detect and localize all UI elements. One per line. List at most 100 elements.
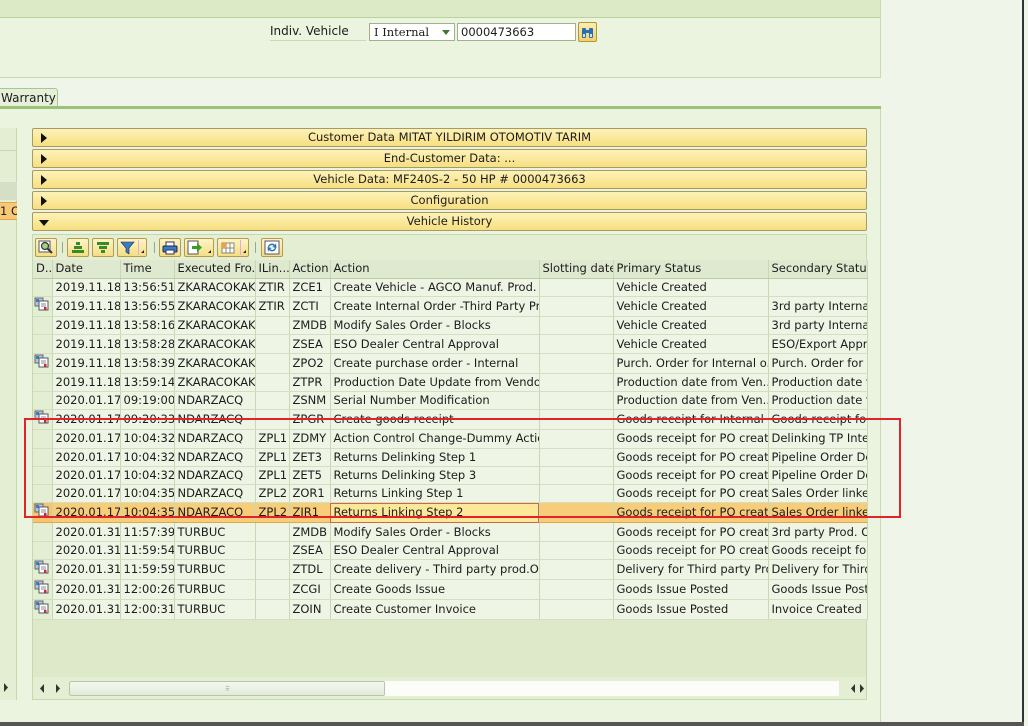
- expand-arrow-icon[interactable]: [41, 154, 47, 164]
- time-cell[interactable]: 09:19:00: [120, 391, 175, 411]
- action-cell[interactable]: Returns Linking Step 1: [330, 484, 540, 504]
- table-row[interactable]: 2020.01.31 12:00:26 TURBUC ZCGI Create Goods…: [33, 579, 868, 601]
- executed-from-cell[interactable]: ZKARACOKAK: [174, 334, 256, 354]
- time-cell[interactable]: 11:57:39: [120, 522, 175, 542]
- date-cell[interactable]: 2019.11.18: [52, 373, 121, 392]
- table-row[interactable]: 2020.01.17 10:04:32 NDARZACQ ZPL1 ZET3 Return…: [33, 448, 868, 467]
- action-cell[interactable]: Returns Linking Step 2: [330, 502, 540, 524]
- secondary-status-cell[interactable]: Pipeline Order Deli: [768, 466, 868, 486]
- primary-status-cell[interactable]: Goods receipt for PO creat...: [613, 522, 769, 542]
- action-cell[interactable]: Serial Number Modification: [330, 391, 540, 411]
- table-row[interactable]: 2020.01.17 09:20:33 NDARZACQ ZPGR Create goo…: [33, 409, 868, 431]
- table-row[interactable]: 2019.11.18 13:59:14 ZKARACOKAK ZTPR Producti…: [33, 373, 868, 392]
- id-type-select[interactable]: I Internal: [369, 23, 455, 41]
- time-cell[interactable]: 13:58:39: [120, 353, 175, 374]
- tray-end-customer-data[interactable]: End-Customer Data: ...: [32, 149, 867, 168]
- slotting-date-cell[interactable]: [539, 316, 614, 336]
- primary-status-cell[interactable]: Goods receipt for PO creat...: [613, 502, 769, 524]
- scroll-left-button[interactable]: [37, 681, 47, 695]
- ilin-cell[interactable]: ZPL1: [255, 448, 290, 467]
- ilin-cell[interactable]: [255, 391, 290, 411]
- primary-status-cell[interactable]: Vehicle Created: [613, 334, 769, 354]
- slotting-date-cell[interactable]: [539, 429, 614, 449]
- secondary-status-cell[interactable]: Goods receipt for: [768, 541, 868, 561]
- tray-configuration[interactable]: Configuration: [32, 191, 867, 210]
- primary-status-cell[interactable]: Goods receipt for PO creat...: [613, 448, 769, 467]
- doc-icon-cell[interactable]: [33, 559, 53, 581]
- slotting-date-cell[interactable]: [539, 373, 614, 392]
- action-cell[interactable]: Create Internal Order -Third Party Pr...: [330, 296, 540, 318]
- secondary-status-cell[interactable]: Delivery for Third p: [768, 559, 868, 581]
- table-row[interactable]: 2020.01.17 10:04:35 NDARZACQ ZPL2 ZOR1 Return…: [33, 484, 868, 504]
- tray-vehicle-data[interactable]: Vehicle Data: MF240S-2 - 50 HP # 0000473…: [32, 170, 867, 189]
- slotting-date-cell[interactable]: [539, 599, 614, 621]
- date-cell[interactable]: 2020.01.31: [52, 599, 121, 621]
- date-cell[interactable]: 2020.01.31: [52, 522, 121, 542]
- executed-from-cell[interactable]: ZKARACOKAK: [174, 278, 256, 298]
- date-cell[interactable]: 2020.01.17: [52, 429, 121, 449]
- time-cell[interactable]: 10:04:35: [120, 502, 175, 524]
- action-cell[interactable]: Modify Sales Order - Blocks: [330, 316, 540, 336]
- secondary-status-cell[interactable]: 3rd party Internal: [768, 316, 868, 336]
- slotting-date-cell[interactable]: [539, 522, 614, 542]
- vehicle-number-input[interactable]: 0000473663: [457, 23, 576, 41]
- secondary-status-cell[interactable]: Pipeline Order Deli: [768, 448, 868, 467]
- expand-arrow-icon[interactable]: [41, 133, 47, 143]
- action-cell[interactable]: ESO Dealer Central Approval: [330, 334, 540, 354]
- ilin-cell[interactable]: [255, 522, 290, 542]
- table-row[interactable]: 2020.01.31 11:59:59 TURBUC ZTDL Create deliv…: [33, 559, 868, 581]
- action-code-cell[interactable]: ZIR1: [289, 502, 331, 524]
- col-header-executed-from[interactable]: Executed Fro...: [174, 260, 256, 279]
- slotting-date-cell[interactable]: [539, 353, 614, 374]
- action-code-cell[interactable]: ZMDB: [289, 522, 331, 542]
- action-code-cell[interactable]: ZCGI: [289, 579, 331, 601]
- action-cell[interactable]: Production Date Update from Vendor: [330, 373, 540, 392]
- action-code-cell[interactable]: ZTPR: [289, 373, 331, 392]
- slotting-date-cell[interactable]: [539, 502, 614, 524]
- time-cell[interactable]: 13:56:55: [120, 296, 175, 318]
- table-row[interactable]: 2019.11.18 13:56:51 ZKARACOKAK ZTIR ZCE1 Crea…: [33, 278, 868, 298]
- action-cell[interactable]: Returns Delinking Step 3: [330, 466, 540, 486]
- action-code-cell[interactable]: ZDMY: [289, 429, 331, 449]
- executed-from-cell[interactable]: NDARZACQ: [174, 466, 256, 486]
- doc-icon-cell[interactable]: [33, 296, 53, 318]
- date-cell[interactable]: 2020.01.17: [52, 409, 121, 431]
- action-code-cell[interactable]: ZSEA: [289, 541, 331, 561]
- secondary-status-cell[interactable]: [768, 278, 868, 298]
- action-cell[interactable]: Returns Delinking Step 1: [330, 448, 540, 467]
- executed-from-cell[interactable]: NDARZACQ: [174, 429, 256, 449]
- ilin-cell[interactable]: [255, 334, 290, 354]
- executed-from-cell[interactable]: TURBUC: [174, 579, 256, 601]
- action-code-cell[interactable]: ZPO2: [289, 353, 331, 374]
- date-cell[interactable]: 2019.11.18: [52, 353, 121, 374]
- table-row[interactable]: 2020.01.31 12:00:31 TURBUC ZOIN Create Custo…: [33, 599, 868, 621]
- ilin-cell[interactable]: [255, 373, 290, 392]
- dropdown-indicator-icon[interactable]: [243, 250, 246, 253]
- executed-from-cell[interactable]: TURBUC: [174, 522, 256, 542]
- executed-from-cell[interactable]: TURBUC: [174, 559, 256, 581]
- print-button[interactable]: [159, 238, 181, 257]
- primary-status-cell[interactable]: Vehicle Created: [613, 316, 769, 336]
- secondary-status-cell[interactable]: Goods receipt for: [768, 409, 868, 431]
- secondary-status-cell[interactable]: Production date fr: [768, 373, 868, 392]
- primary-status-cell[interactable]: Goods Issue Posted: [613, 599, 769, 621]
- primary-status-cell[interactable]: Production date from Ven...: [613, 391, 769, 411]
- scroll-right-end-button[interactable]: [857, 681, 867, 695]
- slotting-date-cell[interactable]: [539, 391, 614, 411]
- action-code-cell[interactable]: ZCE1: [289, 278, 331, 298]
- date-cell[interactable]: 2020.01.31: [52, 579, 121, 601]
- refresh-button[interactable]: [261, 238, 283, 257]
- tab-warranty[interactable]: Warranty: [0, 88, 58, 107]
- ilin-cell[interactable]: ZTIR: [255, 296, 290, 318]
- date-cell[interactable]: 2020.01.17: [52, 484, 121, 504]
- collapse-arrow-icon[interactable]: [39, 220, 49, 226]
- ilin-cell[interactable]: ZPL2: [255, 502, 290, 524]
- primary-status-cell[interactable]: Goods receipt for Internal ...: [613, 409, 769, 431]
- action-code-cell[interactable]: ZPGR: [289, 409, 331, 431]
- action-code-cell[interactable]: ZSNM: [289, 391, 331, 411]
- primary-status-cell[interactable]: Goods receipt for PO creat...: [613, 466, 769, 486]
- col-header-doc[interactable]: D...: [33, 260, 53, 279]
- action-cell[interactable]: Create Vehicle - AGCO Manuf. Prod.: [330, 278, 540, 298]
- left-panel-selected-row[interactable]: 1 O: [0, 202, 17, 220]
- secondary-status-cell[interactable]: Purch. Order for Ir: [768, 353, 868, 374]
